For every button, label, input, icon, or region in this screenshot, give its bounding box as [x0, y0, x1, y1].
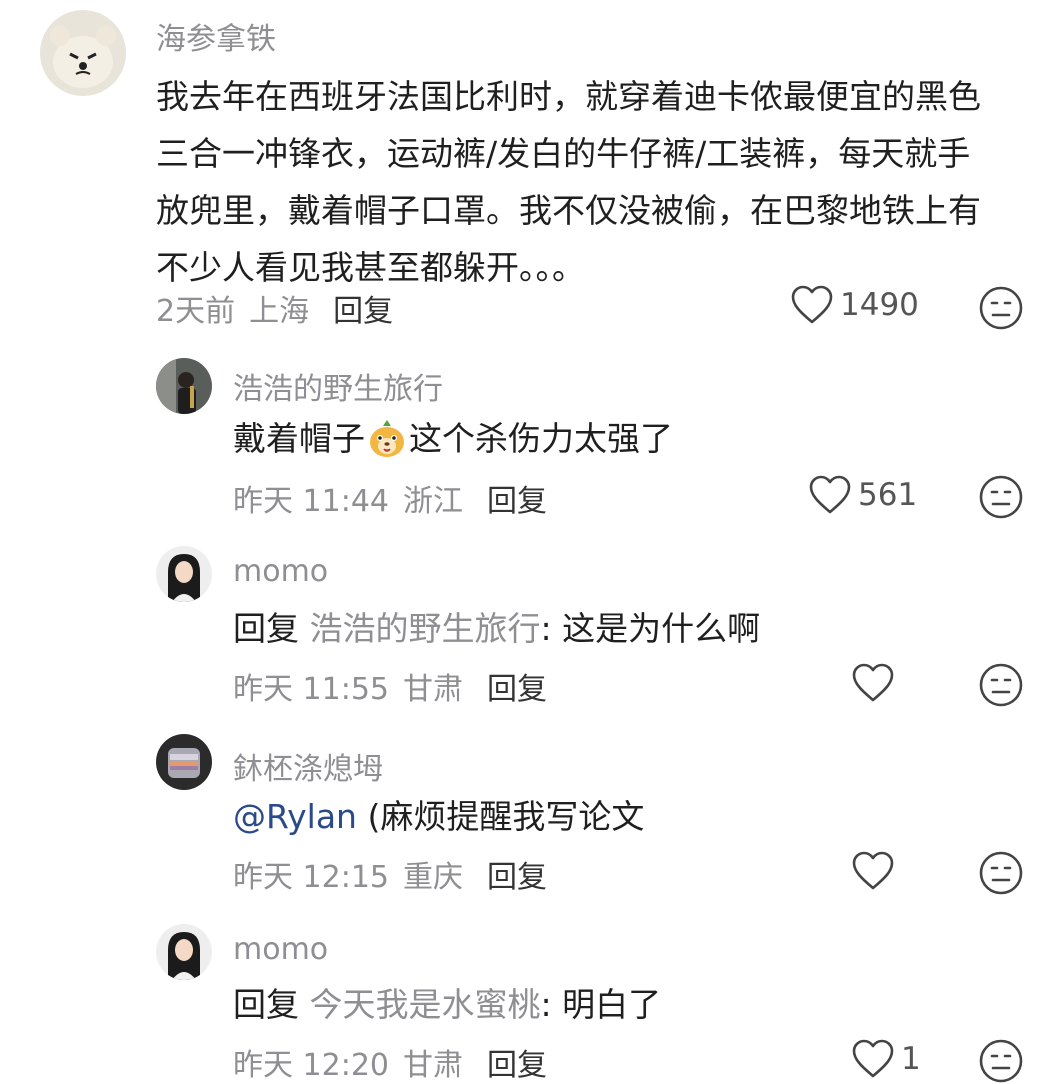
reply-prefix: 回复: [233, 985, 299, 1024]
reply-prefix: 回复: [233, 609, 299, 648]
timestamp: 昨天 12:15: [233, 860, 389, 895]
timestamp: 昨天 12:20: [233, 1048, 389, 1083]
reply-target-username[interactable]: 浩浩的野生旅行: [310, 609, 541, 648]
username[interactable]: 鈢柸涤熄坶: [233, 744, 383, 788]
comment-text: 戴着帽子 这个杀伤力太强了: [233, 416, 673, 470]
comment-item: 海参拿铁 我去年在西班牙法国比利时，就穿着迪卡侬最便宜的黑色 三合一冲锋衣，运动…: [0, 0, 1062, 340]
reply-target-username[interactable]: 今天我是水蜜桃: [310, 985, 541, 1024]
meh-face-icon: [978, 285, 1024, 331]
dislike-button[interactable]: [978, 662, 1024, 708]
timestamp: 2天前: [156, 294, 236, 329]
dislike-button[interactable]: [978, 850, 1024, 896]
heart-outline-icon: [790, 284, 834, 326]
comment-meta: 昨天 11:55 甘肃 回复: [233, 664, 547, 708]
avatar[interactable]: [156, 924, 212, 980]
reply-button[interactable]: 回复: [487, 1040, 547, 1084]
comment-text-part: 戴着帽子: [233, 419, 365, 458]
meh-face-icon: [978, 474, 1024, 520]
like-count: 1: [901, 1041, 921, 1077]
dislike-button[interactable]: [978, 474, 1024, 520]
comment-meta: 2天前 上海 回复: [156, 286, 393, 330]
comment-text-part: : 明白了: [540, 985, 662, 1024]
comment-text: 回复 浩浩的野生旅行: 这是为什么啊: [233, 606, 760, 652]
comment-item: 鈢柸涤熄坶 @Rylan (麻烦提醒我写论文 昨天 12:15 重庆 回复: [0, 720, 1062, 910]
reply-button[interactable]: 回复: [333, 286, 393, 330]
timestamp: 昨天 11:44: [233, 484, 389, 519]
comment-meta: 昨天 11:44 浙江 回复: [233, 476, 547, 520]
like-count: 561: [858, 477, 918, 513]
comment-text-line: 放兜里，戴着帽子口罩。我不仅没被偷，在巴黎地铁上有: [156, 191, 981, 230]
dog-face-emoji-icon: [367, 418, 407, 470]
like-button[interactable]: [851, 850, 901, 892]
meh-face-icon: [978, 850, 1024, 896]
like-button[interactable]: [851, 662, 901, 704]
dislike-button[interactable]: [978, 285, 1024, 331]
heart-outline-icon: [808, 474, 852, 516]
dislike-button[interactable]: [978, 1038, 1024, 1084]
meh-face-icon: [978, 1038, 1024, 1084]
avatar[interactable]: [40, 10, 126, 96]
username[interactable]: 浩浩的野生旅行: [233, 364, 443, 408]
comment-text-part: 这个杀伤力太强了: [409, 419, 673, 458]
comment-item: momo 回复 今天我是水蜜桃: 明白了 昨天 12:20 甘肃 回复 1: [0, 910, 1062, 1083]
avatar[interactable]: [156, 734, 212, 790]
like-button[interactable]: 1490: [790, 284, 919, 326]
location: 浙江: [403, 484, 463, 519]
reply-button[interactable]: 回复: [487, 852, 547, 896]
meh-face-icon: [978, 662, 1024, 708]
mention-link[interactable]: @Rylan: [233, 797, 357, 836]
heart-outline-icon: [851, 662, 895, 704]
like-count: 1490: [840, 287, 919, 323]
comment-text: 回复 今天我是水蜜桃: 明白了: [233, 982, 661, 1028]
username[interactable]: momo: [233, 554, 328, 589]
comment-item: momo 回复 浩浩的野生旅行: 这是为什么啊 昨天 11:55 甘肃 回复: [0, 530, 1062, 720]
comment-text-line: 我去年在西班牙法国比利时，就穿着迪卡侬最便宜的黑色: [156, 77, 981, 116]
like-button[interactable]: 561: [808, 474, 917, 516]
location: 甘肃: [403, 1048, 463, 1083]
comment-meta: 昨天 12:15 重庆 回复: [233, 852, 547, 896]
timestamp: 昨天 11:55: [233, 672, 389, 707]
location: 上海: [249, 294, 310, 329]
comment-meta: 昨天 12:20 甘肃 回复: [233, 1040, 547, 1084]
avatar[interactable]: [156, 358, 212, 414]
username[interactable]: momo: [233, 932, 328, 967]
comment-text-line: 三合一冲锋衣，运动裤/发白的牛仔裤/工装裤，每天就手: [156, 134, 971, 173]
reply-button[interactable]: 回复: [487, 664, 547, 708]
comment-text-part: : 这是为什么啊: [540, 609, 761, 648]
reply-button[interactable]: 回复: [487, 476, 547, 520]
avatar[interactable]: [156, 546, 212, 602]
comment-item: 浩浩的野生旅行 戴着帽子 这个杀伤力太强了 昨天 11:44 浙江 回复 561: [0, 340, 1062, 530]
comment-text: @Rylan (麻烦提醒我写论文: [233, 794, 644, 840]
heart-outline-icon: [851, 1038, 895, 1080]
heart-outline-icon: [851, 850, 895, 892]
like-button[interactable]: 1: [851, 1038, 921, 1080]
location: 甘肃: [403, 672, 463, 707]
comment-text: 我去年在西班牙法国比利时，就穿着迪卡侬最便宜的黑色 三合一冲锋衣，运动裤/发白的…: [156, 68, 1016, 296]
location: 重庆: [403, 860, 463, 895]
comment-text-part: (麻烦提醒我写论文: [356, 797, 645, 836]
username[interactable]: 海参拿铁: [156, 14, 276, 58]
